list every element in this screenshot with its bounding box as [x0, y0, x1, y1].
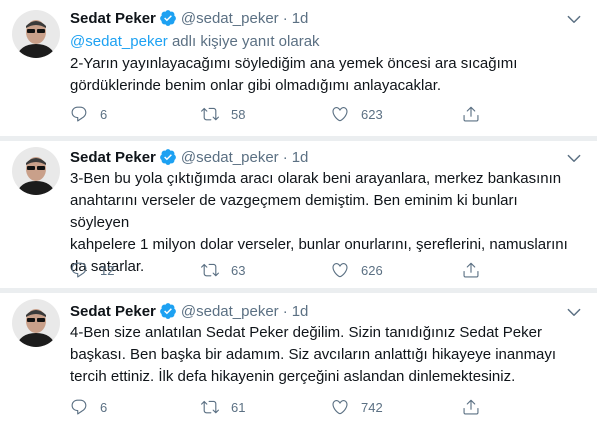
tweet-2[interactable]: Sedat Peker @sedat_peker · 1d 3-Ben bu y… [0, 141, 597, 288]
retweet-button[interactable]: 63 [201, 260, 245, 280]
timestamp[interactable]: 1d [292, 10, 309, 27]
like-count: 623 [361, 106, 383, 122]
separator-dot: · [282, 9, 288, 27]
replying-to-suffix: adlı kişiye yanıt olarak [167, 33, 320, 50]
share-icon [463, 399, 479, 415]
like-button[interactable]: 626 [331, 260, 383, 280]
tweet-actions: 6 58 623 [66, 104, 546, 124]
more-options-icon[interactable] [565, 303, 583, 321]
avatar[interactable] [12, 10, 60, 58]
like-count: 742 [361, 399, 383, 415]
avatar[interactable] [12, 147, 60, 195]
more-options-icon[interactable] [565, 149, 583, 167]
share-button[interactable] [462, 260, 492, 280]
tweet-actions: 12 63 626 [66, 260, 546, 280]
share-icon [463, 262, 479, 278]
reply-icon [71, 399, 87, 415]
verified-badge-icon [160, 303, 176, 319]
reply-button[interactable]: 6 [70, 397, 107, 417]
reply-count: 12 [100, 262, 115, 278]
tweet-text-line: 3-Ben bu yola çıktığımda aracı olarak be… [70, 170, 562, 187]
author-handle[interactable]: @sedat_peker [181, 149, 279, 166]
heart-icon [332, 400, 348, 415]
verified-badge-icon [160, 10, 176, 26]
separator-dot: · [282, 148, 288, 166]
reply-count: 6 [100, 106, 108, 122]
timestamp[interactable]: 1d [292, 303, 309, 320]
like-button[interactable]: 623 [331, 104, 383, 124]
author-name[interactable]: Sedat Peker [70, 149, 156, 166]
retweet-icon [201, 263, 219, 277]
retweet-icon [201, 107, 219, 121]
retweet-count: 63 [231, 262, 246, 278]
reply-icon [71, 106, 87, 122]
tweet-text-line: başkası. Ben başka bir adamım. Siz avcıl… [70, 346, 557, 363]
reply-button[interactable]: 12 [70, 260, 114, 280]
tweet-text-line: 2-Yarın yayınlayacağımı söylediğim ana y… [70, 55, 518, 72]
separator-dot: · [282, 302, 288, 320]
replying-to: @sedat_peker adlı kişiye yanıt olarak [70, 33, 320, 50]
reply-icon [71, 262, 87, 278]
verified-badge-icon [160, 149, 176, 165]
tweet-1[interactable]: Sedat Peker @sedat_peker · 1d @sedat_pek… [0, 0, 597, 136]
retweet-count: 58 [231, 106, 246, 122]
author-handle[interactable]: @sedat_peker [181, 10, 279, 27]
tweet-text-line: tercih ettiniz. İlk defa hikayenin gerçe… [70, 368, 516, 385]
timestamp[interactable]: 1d [292, 149, 309, 166]
heart-icon [332, 107, 348, 122]
tweet-text-line: kahpelere 1 milyon dolar verseler, bunla… [70, 236, 568, 253]
author-name[interactable]: Sedat Peker [70, 303, 156, 320]
like-button[interactable]: 742 [331, 397, 383, 417]
tweet-text: 4-Ben size anlatılan Sedat Peker değilim… [70, 322, 580, 388]
retweet-button[interactable]: 58 [201, 104, 245, 124]
reply-button[interactable]: 6 [70, 104, 107, 124]
reply-count: 6 [100, 399, 108, 415]
tweet-text: 2-Yarın yayınlayacağımı söylediğim ana y… [70, 53, 580, 97]
like-count: 626 [361, 262, 383, 278]
tweet-3[interactable]: Sedat Peker @sedat_peker · 1d 4-Ben size… [0, 293, 597, 433]
author-handle[interactable]: @sedat_peker [181, 303, 279, 320]
heart-icon [332, 263, 348, 278]
author-name[interactable]: Sedat Peker [70, 10, 156, 27]
tweet-header: Sedat Peker @sedat_peker · 1d [70, 147, 308, 167]
tweet-text-line: anahtarını verseler de vazgeçmem demişti… [70, 192, 518, 231]
tweet-header: Sedat Peker @sedat_peker · 1d [70, 301, 308, 321]
retweet-icon [201, 400, 219, 414]
tweet-header: Sedat Peker @sedat_peker · 1d [70, 8, 308, 28]
retweet-button[interactable]: 61 [201, 397, 245, 417]
tweet-text-line: gördüklerinde benim onlar gibi olmadığım… [70, 77, 442, 94]
tweet-text-line: 4-Ben size anlatılan Sedat Peker değilim… [70, 324, 542, 341]
more-options-icon[interactable] [565, 10, 583, 28]
retweet-count: 61 [231, 399, 246, 415]
share-button[interactable] [462, 397, 492, 417]
replying-to-mention[interactable]: @sedat_peker [70, 33, 168, 50]
share-icon [463, 106, 479, 122]
tweet-actions: 6 61 742 [66, 397, 546, 417]
share-button[interactable] [462, 104, 492, 124]
avatar[interactable] [12, 299, 60, 347]
